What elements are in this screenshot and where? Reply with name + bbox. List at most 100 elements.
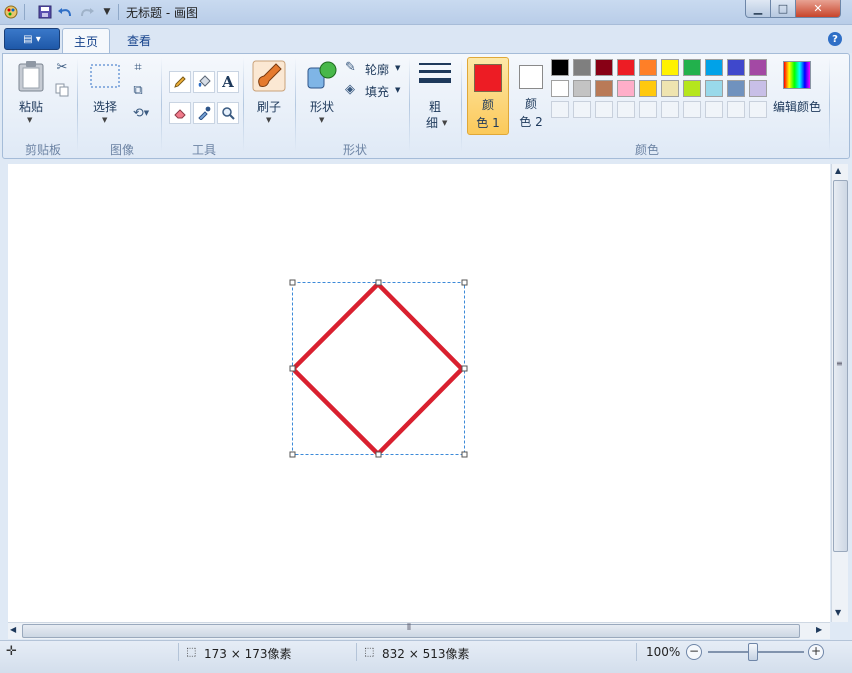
- select-button[interactable]: 选择 ▼: [87, 58, 123, 128]
- tab-home[interactable]: 主页: [62, 28, 110, 54]
- select-rectangle-icon: [90, 64, 120, 88]
- palette-color-swatch[interactable]: [749, 80, 767, 97]
- palette-color-swatch[interactable]: [573, 59, 591, 76]
- palette-color-swatch[interactable]: [749, 59, 767, 76]
- palette-color-swatch[interactable]: [595, 80, 613, 97]
- paste-dropdown-arrow: ▼: [27, 116, 33, 124]
- resize-icon[interactable]: ⧉: [129, 81, 147, 99]
- undo-icon[interactable]: [56, 3, 74, 21]
- palette-color-swatch[interactable]: [551, 80, 569, 97]
- cut-icon[interactable]: ✂: [53, 58, 71, 76]
- palette-color-swatch[interactable]: [551, 59, 569, 76]
- shapes-label: 形状: [309, 100, 334, 114]
- close-button[interactable]: ✕: [795, 0, 841, 18]
- selection-handle[interactable]: [461, 451, 468, 458]
- horizontal-scroll-thumb[interactable]: ⦀: [22, 623, 800, 638]
- selection-handle[interactable]: [375, 451, 382, 458]
- fill-button[interactable]: ◈ 填充 ▼: [345, 82, 405, 100]
- palette-empty-swatch[interactable]: [595, 101, 613, 118]
- qa-divider: [24, 4, 25, 20]
- palette-color-swatch[interactable]: [617, 59, 635, 76]
- palette-color-swatch[interactable]: [661, 80, 679, 97]
- vertical-scroll-thumb[interactable]: ≡: [833, 180, 848, 552]
- palette-color-swatch[interactable]: [683, 80, 701, 97]
- pencil-icon[interactable]: [169, 71, 191, 93]
- paint-app-icon[interactable]: [2, 3, 20, 21]
- paint-menu-button[interactable]: ▤ ▾: [4, 28, 60, 50]
- selection-handle[interactable]: [375, 279, 382, 286]
- color-spectrum-icon: [783, 61, 811, 89]
- minimize-button[interactable]: ▁: [745, 0, 771, 18]
- palette-empty-swatch[interactable]: [661, 101, 679, 118]
- palette-empty-swatch[interactable]: [617, 101, 635, 118]
- palette-color-swatch[interactable]: [683, 59, 701, 76]
- palette-color-swatch[interactable]: [705, 59, 723, 76]
- selection-handle[interactable]: [289, 365, 296, 372]
- palette-empty-swatch[interactable]: [551, 101, 569, 118]
- zoom-slider-thumb[interactable]: [748, 643, 758, 661]
- outline-button[interactable]: ✎ 轮廓 ▼: [345, 60, 405, 78]
- palette-empty-swatch[interactable]: [727, 101, 745, 118]
- fill-bucket-icon[interactable]: [193, 71, 215, 93]
- shapes-dropdown-arrow: ▼: [319, 116, 325, 124]
- diamond-shape: [289, 280, 466, 458]
- crop-icon[interactable]: ⌗: [129, 58, 147, 76]
- eraser-icon[interactable]: [169, 102, 191, 124]
- color1-button[interactable]: 颜 色 1: [467, 57, 509, 135]
- palette-empty-swatch[interactable]: [749, 101, 767, 118]
- selection-handle[interactable]: [289, 451, 296, 458]
- scroll-down-arrow[interactable]: ▼: [835, 608, 841, 617]
- maximize-icon: □: [777, 2, 789, 15]
- customize-toolbar-icon[interactable]: ▼: [98, 3, 116, 21]
- selection-size: 173 × 173像素: [204, 647, 292, 661]
- palette-color-swatch[interactable]: [595, 59, 613, 76]
- text-tool-icon[interactable]: A: [217, 71, 239, 93]
- palette-color-swatch[interactable]: [617, 80, 635, 97]
- edit-colors-button[interactable]: 编辑颜色: [773, 58, 823, 128]
- palette-empty-swatch[interactable]: [705, 101, 723, 118]
- paste-button[interactable]: 粘贴 ▼: [13, 58, 49, 128]
- size-button[interactable]: 粗 细 ▼: [415, 58, 455, 132]
- zoom-in-button[interactable]: +: [808, 644, 824, 660]
- clipboard-group-label: 剪贴板: [24, 143, 61, 157]
- palette-color-swatch[interactable]: [573, 80, 591, 97]
- selection-box[interactable]: [292, 282, 465, 455]
- rotate-icon[interactable]: ⟲ ▼: [129, 104, 153, 122]
- palette-color-swatch[interactable]: [705, 80, 723, 97]
- palette-color-swatch[interactable]: [639, 80, 657, 97]
- brushes-button[interactable]: 刷子 ▼: [249, 58, 289, 128]
- maximize-button[interactable]: □: [770, 0, 796, 18]
- palette-empty-swatch[interactable]: [573, 101, 591, 118]
- tab-view[interactable]: 查看: [116, 28, 162, 53]
- save-icon[interactable]: [36, 3, 54, 21]
- shapes-group-label: 形状: [342, 143, 367, 157]
- scroll-up-arrow[interactable]: ▲: [835, 166, 841, 175]
- palette-color-swatch[interactable]: [727, 80, 745, 97]
- vertical-scrollbar[interactable]: ▲ ≡ ▼: [831, 164, 848, 622]
- color2-swatch: [519, 65, 543, 89]
- zoom-out-button[interactable]: −: [686, 644, 702, 660]
- drawing-canvas[interactable]: [8, 164, 830, 622]
- copy-icon[interactable]: [53, 81, 71, 99]
- shapes-button[interactable]: 形状 ▼: [303, 58, 341, 128]
- status-divider: [356, 643, 357, 661]
- palette-empty-swatch[interactable]: [639, 101, 657, 118]
- palette-color-swatch[interactable]: [639, 59, 657, 76]
- palette-empty-swatch[interactable]: [683, 101, 701, 118]
- zoom-percent: 100%: [646, 645, 681, 659]
- color2-button[interactable]: 颜 色 2: [511, 57, 551, 133]
- brushes-dropdown-arrow: ▼: [266, 116, 272, 124]
- scroll-left-arrow[interactable]: ◀: [10, 625, 16, 634]
- selection-handle[interactable]: [289, 279, 296, 286]
- horizontal-scrollbar[interactable]: ◀ ⦀ ▶: [8, 622, 830, 639]
- palette-color-swatch[interactable]: [661, 59, 679, 76]
- scroll-right-arrow[interactable]: ▶: [816, 625, 822, 634]
- redo-icon[interactable]: [78, 3, 96, 21]
- magnifier-icon[interactable]: [217, 102, 239, 124]
- color-picker-icon[interactable]: [193, 102, 215, 124]
- selection-handle[interactable]: [461, 279, 468, 286]
- palette-color-swatch[interactable]: [727, 59, 745, 76]
- help-icon[interactable]: ?: [828, 32, 842, 46]
- close-icon: ✕: [813, 2, 823, 15]
- selection-handle[interactable]: [461, 365, 468, 372]
